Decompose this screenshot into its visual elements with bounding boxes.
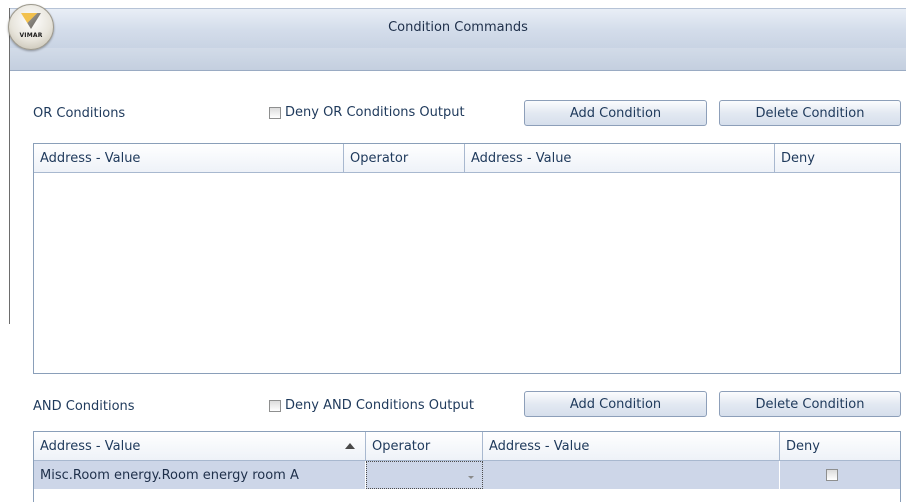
window-title: Condition Commands [388, 20, 528, 35]
and-column-operator[interactable]: Operator [366, 432, 483, 460]
sort-ascending-icon [345, 443, 355, 449]
or-column-address-value-2[interactable]: Address - Value [465, 144, 775, 172]
and-add-condition-button[interactable]: Add Condition [524, 391, 707, 417]
row-deny-checkbox[interactable] [826, 469, 838, 481]
deny-and-output-label: Deny AND Conditions Output [285, 398, 474, 413]
or-column-operator[interactable]: Operator [344, 144, 465, 172]
and-column-address-value-1[interactable]: Address - Value [34, 432, 366, 460]
and-grid-header: Address - Value Operator Address - Value… [34, 432, 900, 461]
vimar-logo-text: VIMAR [19, 32, 43, 39]
vimar-logo-icon [21, 13, 41, 29]
and-delete-condition-button[interactable]: Delete Condition [719, 391, 901, 417]
application-menu-button[interactable]: VIMAR [8, 4, 54, 50]
checkbox-box[interactable] [269, 399, 281, 412]
row-address-value-1[interactable]: Misc.Room energy.Room energy room A [34, 461, 366, 489]
or-add-condition-button[interactable]: Add Condition [524, 100, 707, 126]
row-deny-cell [780, 461, 900, 489]
or-column-deny[interactable]: Deny [775, 144, 900, 172]
or-conditions-label: OR Conditions [33, 106, 126, 121]
dropdown-arrow-icon [468, 476, 474, 479]
deny-and-output-checkbox[interactable]: Deny AND Conditions Output [269, 398, 474, 413]
ribbon-strip [10, 48, 906, 71]
or-conditions-grid[interactable]: Address - Value Operator Address - Value… [33, 143, 901, 374]
title-bar: Condition Commands [10, 8, 906, 49]
deny-or-output-checkbox[interactable]: Deny OR Conditions Output [269, 105, 465, 120]
checkbox-box[interactable] [269, 106, 281, 119]
or-grid-header: Address - Value Operator Address - Value… [34, 144, 900, 173]
row-address-value-2[interactable] [483, 461, 780, 489]
and-conditions-label: AND Conditions [33, 399, 135, 414]
or-delete-condition-button[interactable]: Delete Condition [719, 100, 901, 126]
and-column-deny[interactable]: Deny [780, 432, 900, 460]
deny-or-output-label: Deny OR Conditions Output [285, 105, 465, 120]
and-column-address-value-1-label: Address - Value [40, 438, 141, 454]
or-column-address-value-1[interactable]: Address - Value [34, 144, 344, 172]
row-operator-dropdown[interactable] [366, 461, 483, 489]
table-row[interactable]: Misc.Room energy.Room energy room A [34, 461, 900, 489]
and-conditions-grid[interactable]: Address - Value Operator Address - Value… [33, 431, 901, 502]
and-column-address-value-2[interactable]: Address - Value [483, 432, 780, 460]
